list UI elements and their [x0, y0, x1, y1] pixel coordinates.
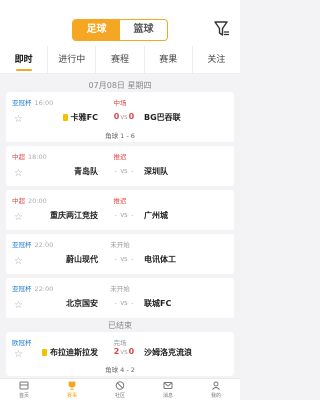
match-card[interactable]: 欧冠杯 完场 ☆ 布拉迪斯拉发 2VS0 沙姆洛克流浪 角球 4 - 2: [6, 332, 234, 376]
match-card[interactable]: 亚冠杯 22:00 未开始 ☆ 北京国安 - VS - 联城FC: [6, 278, 234, 318]
yellow-card-icon: [62, 114, 68, 121]
away-team: 沙姆洛克流浪: [144, 348, 192, 357]
filter-icon[interactable]: [214, 20, 230, 38]
ended-section-header: 已结束: [108, 321, 132, 330]
away-team: BG巴吞联: [144, 113, 181, 122]
segment-basketball[interactable]: 篮球: [120, 20, 167, 40]
home-team: 布拉迪斯拉发: [42, 347, 98, 358]
away-team: 深圳队: [144, 167, 168, 176]
match-status: 推迟: [113, 153, 127, 161]
home-icon: [19, 381, 29, 390]
match-tabs: 即时 进行中 赛程 赛果 关注: [0, 46, 240, 74]
tab-live[interactable]: 即时: [0, 46, 47, 73]
home-team: 蔚山现代: [66, 255, 98, 264]
away-team: 广州城: [144, 211, 168, 220]
match-card[interactable]: 亚冠杯 22:00 未开始 ☆ 蔚山现代 - VS - 电讯体工: [6, 234, 234, 274]
tab-in-progress[interactable]: 进行中: [47, 46, 95, 73]
match-score: 2VS0: [113, 347, 135, 356]
match-status: 未开始: [110, 285, 130, 293]
nav-home[interactable]: 首页: [0, 379, 48, 400]
match-card[interactable]: 亚冠杯 16:00 中场 ☆ 卡雅FC 0VS0 BG巴吞联 角球 1 - 6: [6, 92, 234, 142]
tab-schedule[interactable]: 赛程: [95, 46, 143, 73]
home-team: 北京国安: [66, 299, 98, 308]
match-status: 推迟: [113, 197, 127, 205]
profile-icon: [212, 381, 220, 390]
top-header: 足球 篮球: [0, 0, 240, 46]
home-team: 重庆两江竞技: [50, 211, 98, 220]
corner-stats: 角球 1 - 6: [105, 132, 135, 140]
tab-results[interactable]: 赛果: [143, 46, 192, 73]
match-score: - VS -: [114, 169, 134, 175]
corner-stats: 角球 4 - 2: [105, 366, 135, 374]
tab-follow[interactable]: 关注: [191, 46, 240, 73]
nav-events[interactable]: 赛事: [48, 379, 96, 400]
match-score: - VS -: [114, 213, 134, 219]
match-card[interactable]: 中超 20:00 推迟 ☆ 重庆两江竞技 - VS - 广州城: [6, 190, 234, 230]
match-score: - VS -: [114, 301, 134, 307]
home-team: 卡雅FC: [62, 112, 98, 123]
match-status: 完场: [113, 339, 127, 347]
match-score: - VS -: [114, 257, 134, 263]
nav-profile[interactable]: 我的: [192, 379, 240, 400]
community-icon: [115, 381, 125, 390]
segment-football[interactable]: 足球: [73, 20, 120, 40]
nav-community[interactable]: 社区: [96, 379, 144, 400]
away-team: 电讯体工: [144, 255, 176, 264]
sport-segment: 足球 篮球: [72, 19, 168, 41]
match-status: 未开始: [110, 241, 130, 249]
match-card[interactable]: 中超 18:00 推迟 ☆ 青岛队 - VS - 深圳队: [6, 146, 234, 186]
match-score: 0VS0: [113, 112, 135, 121]
bottom-nav: 首页 赛事 社区 消息 我的: [0, 378, 240, 400]
home-team: 青岛队: [74, 167, 98, 176]
away-team: 联城FC: [144, 299, 172, 308]
message-icon: [163, 382, 173, 389]
trophy-icon: [68, 381, 76, 390]
date-header: 07月08日 星期四: [88, 81, 152, 90]
yellow-card-icon: [42, 349, 47, 356]
nav-messages[interactable]: 消息: [144, 379, 192, 400]
match-status: 中场: [113, 99, 127, 107]
